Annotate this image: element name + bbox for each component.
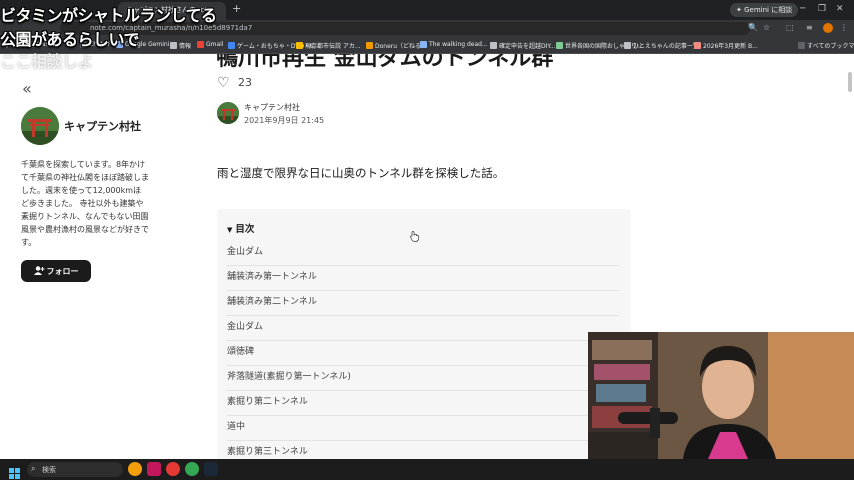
extensions-icon[interactable]: ⬚ [786,23,794,33]
taskbar-app-icon[interactable] [147,462,161,476]
post-date: 2021年9月9日 21:45 [244,116,325,125]
like-count: 23 [238,76,252,89]
maximize-icon[interactable]: ❐ [818,3,826,15]
scrollbar-thumb[interactable] [848,72,852,92]
search-icon: ⌕ [31,464,36,473]
toc-item[interactable]: 舗装済み第二トンネル [227,291,619,316]
stream-caption-line1: ビタミンがシャトルランしてる [0,6,217,25]
stream-caption-line2: 公園があるらしいで [0,30,140,49]
toc-item[interactable]: 素掘り第二トンネル [227,391,619,416]
author-avatar[interactable] [21,107,59,145]
bookmark-item[interactable]: The walking dead... [420,41,488,48]
bookmark-item[interactable]: ひとえちゃんの記事一覧 [624,41,699,50]
close-icon[interactable]: ✕ [836,3,844,15]
bookmark-item[interactable]: 情報 [170,41,191,50]
heart-icon[interactable]: ♡ [217,75,230,91]
search-placeholder: 検索 [42,466,56,474]
article-title: 鴨川市再生 金山ダムのトンネル群 [216,54,554,71]
menu-icon[interactable]: ⋮ [840,23,848,33]
bookmark-item[interactable]: 現存都市伝説 アカ... [296,41,361,50]
all-bookmarks[interactable]: すべてのブックマーク [798,41,854,50]
chrome-icon[interactable] [185,462,199,476]
author-bio: 千葉県を探索しています。8年かけて千葉県の神社仏閣をほぼ踏破しました。週末を使っ… [21,160,149,247]
webcam-feed [588,332,854,459]
post-author-name[interactable]: キャプテン村社 [244,102,300,113]
minimize-icon[interactable]: ─ [800,3,805,15]
bookmark-item[interactable]: 確定申告を超越DIY... [490,41,556,50]
bookmark-star-icon[interactable]: ☆ [763,23,770,33]
taskbar-search[interactable]: ⌕ 検索 [27,462,123,477]
post-author-avatar[interactable] [217,102,239,124]
follow-button[interactable]: フォロー [21,260,91,282]
toc-item[interactable]: 道中 [227,416,619,441]
gemini-button[interactable]: ✦ Gemini に相談 [730,3,799,17]
add-user-icon [33,265,45,277]
bookmark-item[interactable]: Doneru（どねる） [366,41,427,50]
toc-title: 目次 [235,224,255,235]
new-tab-icon[interactable]: + [232,3,241,15]
bookmark-item[interactable]: 2026年3月更新 B... [694,41,758,50]
table-of-contents: ▼ 目次 金山ダム 舗装済み第一トンネル 舗装済み第二トンネル 金山ダム 頌徳碑 … [217,209,631,459]
toc-item[interactable]: 頌徳碑 [227,341,619,366]
zoom-icon[interactable]: 🔍 [748,23,758,33]
taskbar-app-icon[interactable] [166,462,180,476]
bookmark-item[interactable]: Gmail [197,41,224,48]
toc-item[interactable]: 金山ダム [227,241,619,266]
steam-icon[interactable] [204,462,218,476]
windows-taskbar: ⌕ 検索 [0,459,854,480]
taskbar-app-icon[interactable] [128,462,142,476]
article-lead: 雨と湿度で限界な日に山奥のトンネル群を探検した話。 [217,166,505,180]
profile-avatar[interactable] [823,23,833,33]
toc-item[interactable]: 舗装済み第一トンネル [227,266,619,291]
stream-caption-line3: ここ相談しよ [0,52,94,71]
toc-item[interactable]: 斧落隧道(素掘り第一トンネル) [227,366,619,391]
toc-toggle[interactable]: ▼ 目次 [227,221,254,235]
side-panel-icon[interactable]: ≡ [806,23,813,33]
windows-start-icon[interactable] [9,464,20,479]
author-name[interactable]: キャプテン村社 [64,118,141,134]
collapse-sidebar-icon[interactable]: « [22,80,32,98]
caret-down-icon: ▼ [227,226,233,234]
mouse-cursor-icon [410,227,419,246]
toc-item[interactable]: 金山ダム [227,316,619,341]
follow-label: フォロー [46,266,79,276]
toc-item[interactable]: 素掘り第三トンネル [227,441,619,459]
